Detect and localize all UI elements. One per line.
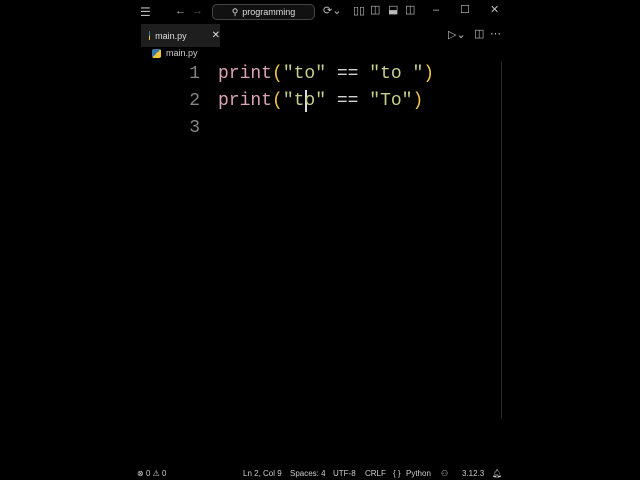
vscode-window: ☰ ← → ⚲ programming ⟳⌄ ▯▯ ◫ ⬓ ◫ – ☐ ✕ ma… [137,0,506,480]
scrollbar[interactable] [501,62,502,418]
toggle-primary-sidebar-icon[interactable]: ◫ [370,5,380,16]
code-token: "to" [282,64,327,84]
split-editor-icon[interactable]: ◫ [474,29,484,40]
run-icon[interactable]: ▷⌄ [448,30,466,41]
indentation[interactable]: Spaces: 4 [290,469,326,478]
customize-layout-icon[interactable]: ▯▯ [353,6,365,17]
close-window-icon[interactable]: ✕ [490,5,499,16]
code-token: "to" [282,91,327,111]
code-line[interactable]: 1 print("to" == "to ") [137,64,506,91]
toggle-secondary-sidebar-icon[interactable]: ◫ [405,5,415,16]
encoding[interactable]: UTF-8 [333,469,356,478]
maximize-icon[interactable]: ☐ [460,5,470,16]
breadcrumb[interactable]: main.py [152,48,198,58]
tab-main-py[interactable]: main.py ✕ [141,24,220,47]
problems-indicator[interactable]: ⊗ 0 ⚠ 0 [137,469,166,478]
code-token: print [218,64,273,84]
minimize-icon[interactable]: – [433,5,439,16]
code-token: ( [272,91,283,111]
command-center-search[interactable]: ⚲ programming [212,4,315,20]
more-actions-icon[interactable]: ⋯ [490,29,501,40]
search-text: programming [242,7,296,17]
breadcrumb-file: main.py [166,48,198,58]
language-mode[interactable]: Python [406,469,431,478]
menu-icon[interactable]: ☰ [140,6,151,18]
python-version[interactable]: 3.12.3 [462,469,484,478]
code-line[interactable]: 3 [137,118,506,145]
notifications-bell-icon[interactable]: 🔔︎ [492,469,502,478]
toggle-panel-icon[interactable]: ⬓ [388,5,398,16]
python-file-icon [152,48,161,58]
code-token: ) [423,64,435,84]
code-token: "to " [369,64,424,84]
code-line[interactable]: 2 print("to" == "To") [137,91,506,118]
forward-arrow-icon[interactable]: → [192,6,203,17]
back-arrow-icon[interactable]: ← [175,6,186,17]
cursor-position[interactable]: Ln 2, Col 9 [243,469,282,478]
code-token: ( [272,64,283,84]
code-token: == [326,91,370,111]
code-text: print("to" == "To") [218,91,423,111]
copilot-icon[interactable]: ⟳⌄ [323,6,341,17]
code-token: ) [412,91,424,111]
search-icon: ⚲ [231,6,239,17]
line-number: 2 [189,91,200,111]
code-token: == [326,64,370,84]
line-ending[interactable]: CRLF [365,469,386,478]
code-text: print("to" == "to ") [218,64,434,84]
status-bar: ⊗ 0 ⚠ 0 Ln 2, Col 9 Spaces: 4 UTF-8 CRLF… [137,466,506,480]
tab-label: main.py [155,30,187,41]
line-number: 3 [189,118,200,138]
code-token: print [218,91,273,111]
copilot-status-icon[interactable]: ⚇ [441,469,448,478]
language-icon: { } [393,468,401,478]
line-number: 1 [189,64,200,84]
code-token: "To" [369,91,413,111]
title-bar: ☰ ← → ⚲ programming ⟳⌄ ▯▯ ◫ ⬓ ◫ – ☐ ✕ [137,0,506,24]
close-tab-icon[interactable]: ✕ [212,30,220,41]
python-file-icon [149,31,151,40]
